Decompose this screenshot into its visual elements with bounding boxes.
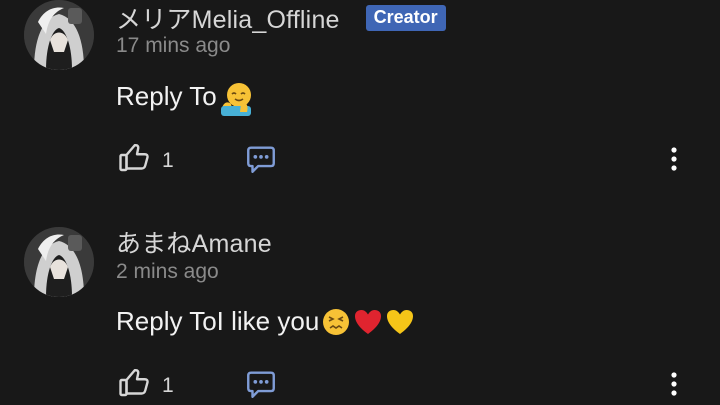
- like-count: 1: [162, 373, 174, 397]
- comment-item: あまねAmane 2 mins ago Reply ToI like you 1: [0, 0, 720, 405]
- comment-list: メリアMelia_Offline Creator 17 mins ago Rep…: [0, 0, 720, 405]
- comment-actions: 1: [116, 365, 696, 405]
- comment-text-content: Reply ToI like you: [116, 306, 320, 336]
- avatar[interactable]: [24, 227, 94, 297]
- chat-bubble-icon: [244, 371, 278, 405]
- confounded-face-emoji: [321, 307, 351, 337]
- reply-button[interactable]: [244, 367, 278, 405]
- like-button[interactable]: 1: [116, 365, 174, 405]
- more-options-button[interactable]: [664, 365, 684, 405]
- comment-header: あまねAmane: [116, 224, 272, 260]
- red-heart-emoji: [353, 307, 383, 337]
- username[interactable]: あまねAmane: [116, 224, 272, 260]
- yellow-heart-emoji: [385, 307, 415, 337]
- thumbs-up-icon: [116, 365, 152, 405]
- vertical-ellipsis-icon: [664, 372, 684, 405]
- comment-text: Reply ToI like you: [116, 306, 415, 337]
- timestamp: 2 mins ago: [116, 260, 219, 283]
